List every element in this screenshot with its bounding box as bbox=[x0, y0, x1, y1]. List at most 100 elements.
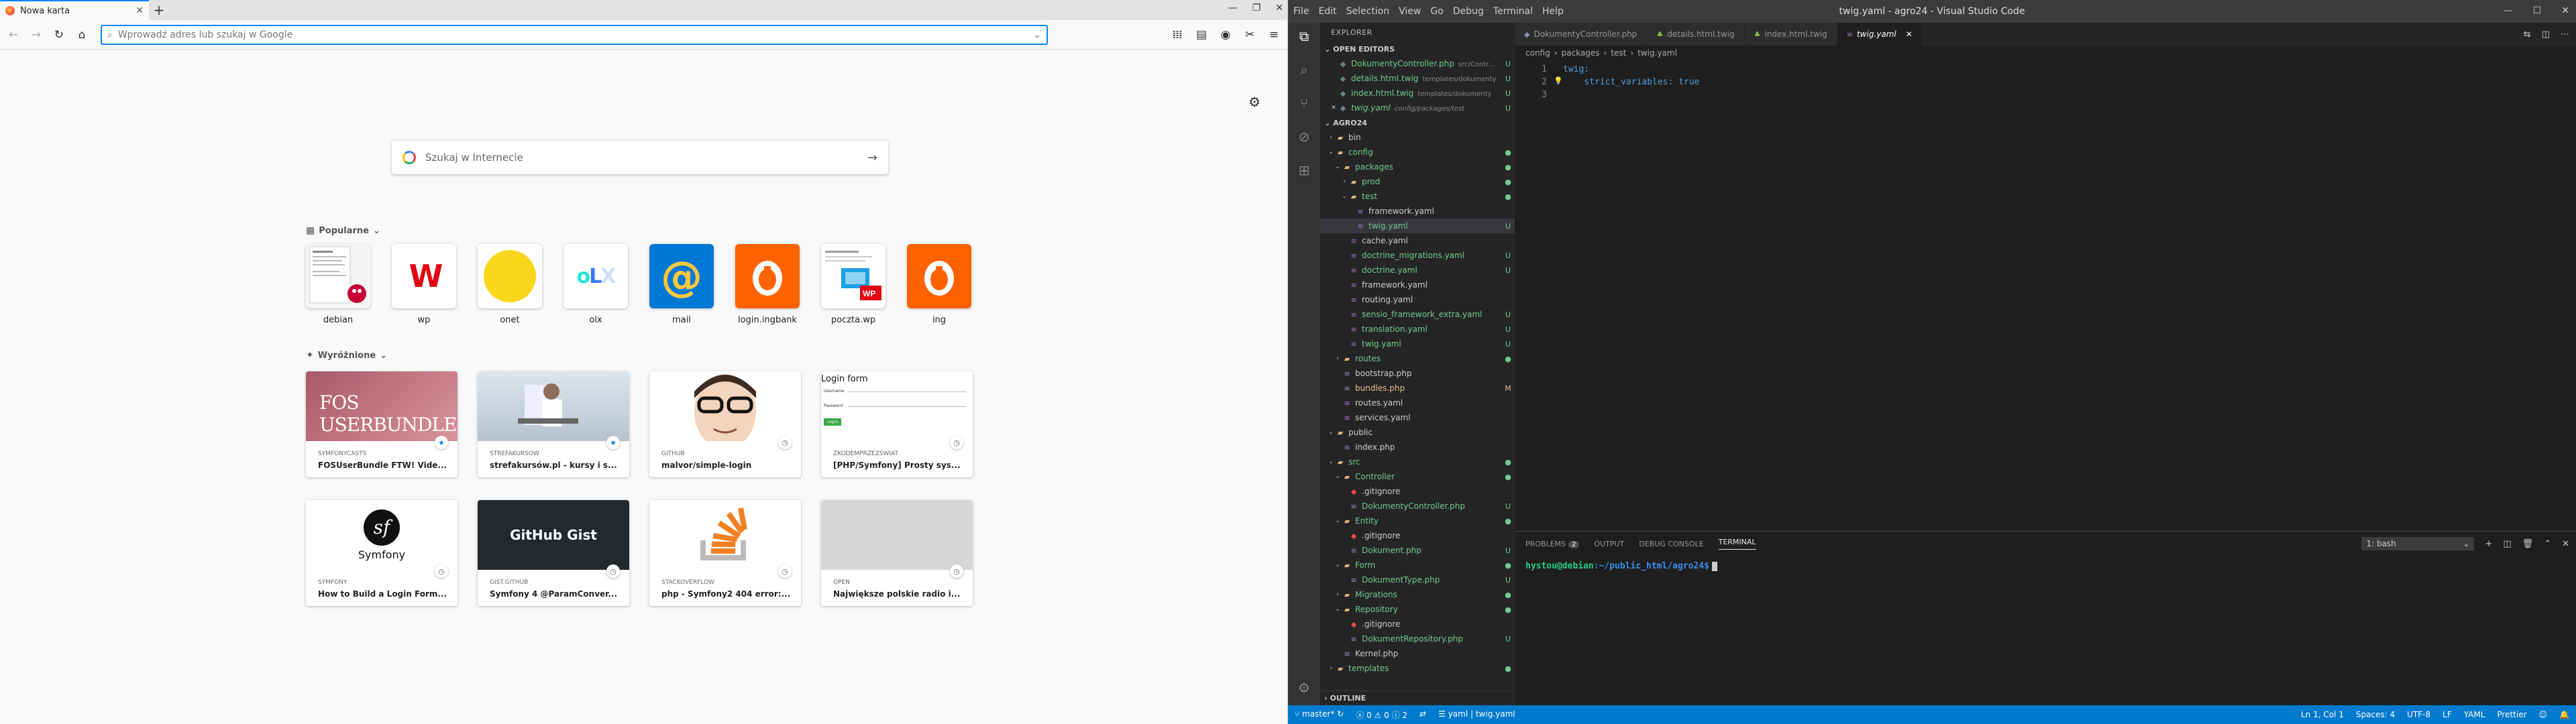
close-icon[interactable]: ✕ bbox=[1906, 29, 1913, 39]
folder-item[interactable]: ⌄ ▰ Form ● bbox=[1320, 558, 1515, 572]
forward-button[interactable]: → bbox=[27, 25, 46, 44]
menu-item-go[interactable]: Go bbox=[1430, 6, 1443, 17]
breadcrumb-item[interactable]: config bbox=[1525, 48, 1550, 58]
file-item[interactable]: ≡ doctrine.yaml U bbox=[1320, 263, 1515, 278]
highlight-card[interactable]: Login form Username Password Login ◷ ZKO… bbox=[821, 371, 973, 477]
folder-item[interactable]: ⌄ ▰ test ● bbox=[1320, 189, 1515, 204]
file-item[interactable]: ≡ routes.yaml bbox=[1320, 396, 1515, 410]
file-item[interactable]: ≡ twig.yaml U bbox=[1320, 337, 1515, 351]
editor-tab[interactable]: ≡ twig.yaml ✕ bbox=[1837, 23, 1923, 46]
menu-item-file[interactable]: File bbox=[1293, 6, 1309, 17]
top-site-onet[interactable]: onet bbox=[478, 244, 542, 325]
search-go-icon[interactable]: → bbox=[867, 151, 877, 165]
account-button[interactable]: ◉ bbox=[1216, 25, 1235, 44]
tab-output[interactable]: OUTPUT bbox=[1594, 540, 1624, 548]
split-editor-icon[interactable]: ◫ bbox=[2542, 29, 2550, 40]
file-item[interactable]: ≡ Kernel.php bbox=[1320, 646, 1515, 661]
open-editors-header[interactable]: ⌄ OPEN EDITORS bbox=[1320, 42, 1515, 56]
language-mode[interactable]: YAML bbox=[2464, 710, 2485, 719]
editor-tab[interactable]: ♣ index.html.twig bbox=[1744, 23, 1837, 46]
history-icon[interactable]: ◷ bbox=[778, 436, 792, 449]
problems-status[interactable]: ⓧ 0 ⚠ 0 ⓘ 2 bbox=[1356, 709, 1407, 721]
new-tab-button[interactable]: + bbox=[149, 0, 169, 20]
folder-item[interactable]: ⌄ ▰ public bbox=[1320, 425, 1515, 440]
open-editor-item[interactable]: ✕ ◆ twig.yaml config/packages/test U bbox=[1320, 101, 1515, 115]
source-control-icon[interactable]: ⑂ bbox=[1300, 95, 1308, 111]
terminal-select[interactable]: 1: bash ⌄ bbox=[2361, 537, 2475, 550]
customize-button[interactable]: ⚙ bbox=[1248, 94, 1260, 110]
top-site-debian[interactable]: debian bbox=[306, 244, 370, 325]
highlight-card[interactable]: sf Symfony ◷ SYMFONY How to Build a Logi… bbox=[306, 500, 458, 606]
highlight-card[interactable]: ◷ OPEN Największe polskie radio i... bbox=[821, 500, 973, 606]
cursor-position[interactable]: Ln 1, Col 1 bbox=[2301, 710, 2344, 719]
menu-item-edit[interactable]: Edit bbox=[1318, 6, 1336, 17]
editor-tab[interactable]: ◆ DokumentyController.php bbox=[1515, 23, 1648, 46]
top-site-olx[interactable]: oLX olx bbox=[564, 244, 628, 325]
project-header[interactable]: ⌄ AGRO24 bbox=[1320, 115, 1515, 130]
highlight-card[interactable]: GitHub Gist ◷ GIST.GITHUB Symfony 4 @Par… bbox=[478, 500, 629, 606]
folder-item[interactable]: › ▰ Migrations ● bbox=[1320, 587, 1515, 602]
search-icon[interactable]: ⌕ bbox=[1300, 62, 1307, 78]
breadcrumb-item[interactable]: twig.yaml bbox=[1638, 48, 1677, 58]
split-terminal-icon[interactable]: ◫ bbox=[2503, 539, 2511, 549]
back-button[interactable]: ← bbox=[4, 25, 23, 44]
file-item[interactable]: ≡ bundles.php M bbox=[1320, 381, 1515, 396]
highlight-card[interactable]: FOS USERBUNDLE ★ SYMFONYCASTS FOSUserBun… bbox=[306, 371, 458, 477]
web-search-box[interactable]: Szukaj w Internecie → bbox=[392, 141, 888, 174]
eol[interactable]: LF bbox=[2443, 710, 2452, 719]
folder-item[interactable]: ⌄ ▰ Controller ● bbox=[1320, 469, 1515, 484]
folder-item[interactable]: › ▰ bin bbox=[1320, 130, 1515, 145]
terminal[interactable]: hystou@debian:~/public_html/agro24$ bbox=[1515, 556, 2576, 577]
folder-item[interactable]: ⌄ ▰ Repository ● bbox=[1320, 602, 1515, 617]
history-icon[interactable]: ◷ bbox=[950, 564, 963, 578]
editor-tab[interactable]: ♣ details.html.twig bbox=[1647, 23, 1745, 46]
trash-icon[interactable]: 🗑 bbox=[2522, 539, 2534, 549]
bookmark-star-icon[interactable]: ★ bbox=[435, 436, 448, 449]
menu-item-debug[interactable]: Debug bbox=[1453, 6, 1484, 17]
screenshot-button[interactable]: ✂ bbox=[1240, 25, 1259, 44]
maximize-icon[interactable]: ☐ bbox=[2533, 5, 2542, 16]
open-changes-icon[interactable]: ⇆ bbox=[2524, 29, 2531, 40]
lightbulb-icon[interactable]: 💡 bbox=[1554, 76, 1563, 85]
library-button[interactable]: 𝍖 bbox=[1168, 25, 1187, 44]
highlight-card[interactable]: ★ STREFAKURSOW strefakursów.pl - kursy i… bbox=[478, 371, 629, 477]
highlights-header[interactable]: ✦ Wyróżnione ⌄ bbox=[306, 350, 387, 361]
menu-item-terminal[interactable]: Terminal bbox=[1493, 6, 1533, 17]
explorer-icon[interactable]: ⧉ bbox=[1299, 28, 1309, 44]
tab-problems[interactable]: PROBLEMS 2 bbox=[1525, 540, 1580, 548]
minimize-icon[interactable]: — bbox=[1228, 3, 1238, 13]
folder-item[interactable]: › ▰ routes ● bbox=[1320, 351, 1515, 366]
bookmark-star-icon[interactable]: ★ bbox=[606, 436, 620, 449]
file-item[interactable]: ≡ sensio_framework_extra.yaml U bbox=[1320, 307, 1515, 322]
highlight-card[interactable]: ◷ STACKOVERFLOW php - Symfony2 404 error… bbox=[649, 500, 801, 606]
file-item[interactable]: ≡ Dokument.php U bbox=[1320, 543, 1515, 558]
more-actions-icon[interactable]: ⋯ bbox=[2561, 29, 2569, 40]
task-status[interactable]: ☰ yaml | twig.yaml bbox=[1438, 709, 1515, 721]
close-window-icon[interactable]: ✕ bbox=[2561, 5, 2569, 16]
maximize-icon[interactable]: ❐ bbox=[1252, 3, 1261, 13]
sidebar-button[interactable]: ▤ bbox=[1192, 25, 1211, 44]
folder-item[interactable]: ⌄ ▰ src ● bbox=[1320, 455, 1515, 469]
tab-debug-console[interactable]: DEBUG CONSOLE bbox=[1639, 540, 1703, 548]
top-site-poczta-wp[interactable]: WP poczta.wp bbox=[821, 244, 885, 325]
folder-item[interactable]: › ▰ prod ● bbox=[1320, 174, 1515, 189]
extensions-icon[interactable]: ⊞ bbox=[1299, 162, 1310, 178]
file-item[interactable]: ≡ services.yaml bbox=[1320, 410, 1515, 425]
file-item[interactable]: ≡ framework.yaml bbox=[1320, 278, 1515, 292]
file-item[interactable]: ◆ .gitignore bbox=[1320, 484, 1515, 499]
folder-item[interactable]: ⌄ ▰ config ● bbox=[1320, 145, 1515, 160]
file-item[interactable]: ≡ translation.yaml U bbox=[1320, 322, 1515, 337]
breadcrumb-item[interactable]: test bbox=[1611, 48, 1626, 58]
file-item[interactable]: ≡ routing.yaml bbox=[1320, 292, 1515, 307]
open-editor-item[interactable]: ◆ index.html.twig templates/dokumenty U bbox=[1320, 86, 1515, 101]
file-item[interactable]: ≡ DokumentyController.php U bbox=[1320, 499, 1515, 514]
file-item[interactable]: ≡ twig.yaml U bbox=[1320, 219, 1515, 233]
file-item[interactable]: ◆ .gitignore bbox=[1320, 528, 1515, 543]
outline-header[interactable]: › OUTLINE bbox=[1320, 690, 1515, 705]
menu-item-view[interactable]: View bbox=[1399, 6, 1421, 17]
top-site-mail[interactable]: @ mail bbox=[649, 244, 714, 325]
menu-button[interactable]: ≡ bbox=[1265, 25, 1283, 44]
home-button[interactable]: ⌂ bbox=[72, 25, 91, 44]
close-icon[interactable]: ✕ bbox=[1330, 105, 1338, 111]
file-item[interactable]: ≡ cache.yaml bbox=[1320, 233, 1515, 248]
